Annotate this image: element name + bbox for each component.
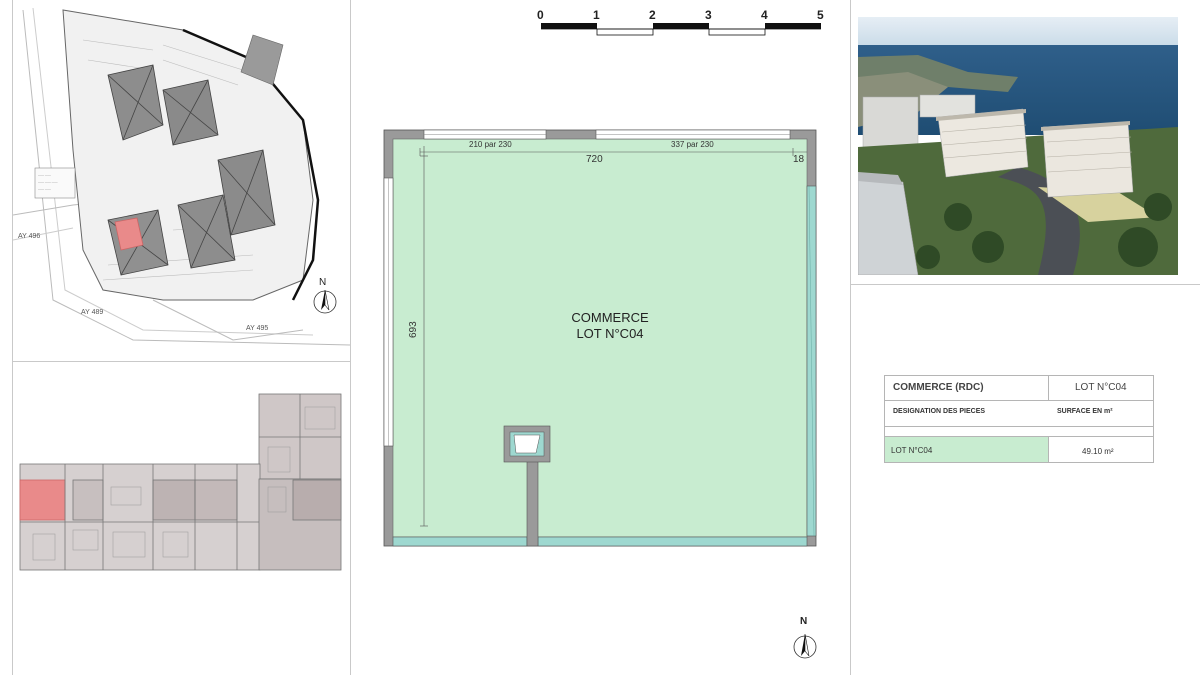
row-surface-value: 49.10 m² bbox=[1082, 447, 1114, 456]
window-dimension-left: 210 par 230 bbox=[469, 140, 512, 149]
scale-tick-5: 5 bbox=[817, 8, 824, 22]
parcel-label-ay489: AY 489 bbox=[81, 309, 103, 316]
designation-header: DESIGNATION DES PIECES bbox=[893, 408, 986, 415]
plan-north-label: N bbox=[800, 616, 808, 627]
scale-tick-1: 1 bbox=[593, 8, 600, 22]
surface-header: SURFACE EN m² bbox=[1057, 408, 1113, 415]
height-dimension: 693 bbox=[408, 321, 419, 338]
aerial-render-image bbox=[858, 17, 1178, 275]
wall-dimension: 18 bbox=[793, 154, 805, 165]
ground-floor-key-plan bbox=[13, 362, 350, 675]
scale-bar: 0 1 2 3 4 5 bbox=[530, 6, 830, 40]
parcel-label-ay496: AY 496 bbox=[18, 233, 40, 240]
window-dimension-right: 337 par 230 bbox=[671, 140, 714, 149]
panel-divider-mid-left bbox=[350, 0, 351, 675]
scale-tick-0: 0 bbox=[537, 8, 544, 22]
row-lot-name: LOT N°C04 bbox=[891, 446, 933, 455]
panel-divider-mid-right bbox=[850, 0, 851, 675]
svg-text:—— ——: —— —— bbox=[38, 173, 51, 177]
north-arrow-icon bbox=[793, 633, 817, 659]
svg-text:—— —— ——: —— —— —— bbox=[38, 180, 58, 184]
parcel-label-ay495: AY 495 bbox=[246, 325, 268, 332]
table-title: COMMERCE (RDC) bbox=[893, 382, 984, 393]
site-north-label: N bbox=[319, 277, 326, 288]
site-plan: —— —— —— —— —— —— —— AY 496 AY 495 AY 489 … bbox=[12, 0, 351, 360]
panel-divider-right-horizontal bbox=[850, 284, 1200, 285]
scale-tick-2: 2 bbox=[649, 8, 656, 22]
surface-table: COMMERCE (RDC) LOT N°C04 DESIGNATION DES… bbox=[884, 375, 1154, 463]
room-name: COMMERCE bbox=[571, 310, 649, 325]
width-dimension: 720 bbox=[586, 154, 603, 165]
svg-text:—— ——: —— —— bbox=[38, 187, 51, 191]
plan-north-arrow: N bbox=[790, 616, 820, 664]
site-north-arrow-icon bbox=[313, 289, 337, 314]
room-lot-label: LOT N°C04 bbox=[576, 326, 644, 341]
scale-tick-4: 4 bbox=[761, 8, 768, 22]
floor-plan: 210 par 230 337 par 230 720 18 693 COMME… bbox=[380, 126, 820, 550]
table-lot-header: LOT N°C04 bbox=[1075, 382, 1127, 393]
scale-tick-3: 3 bbox=[705, 8, 712, 22]
